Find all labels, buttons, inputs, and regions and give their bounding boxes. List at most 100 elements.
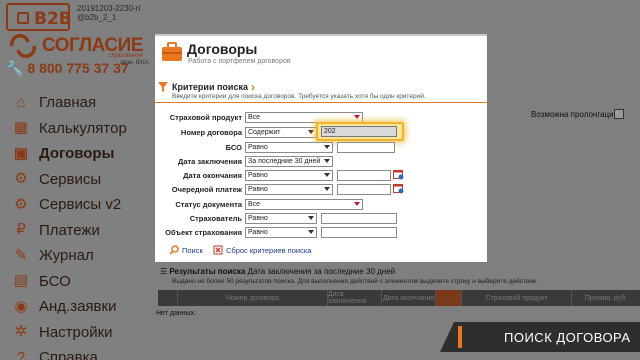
chevron-down-icon <box>308 130 314 134</box>
end-date-input[interactable] <box>337 170 391 181</box>
table-select-column <box>158 290 178 306</box>
services-v2-icon: ⚙ <box>14 195 28 213</box>
conclusion-date-label: Дата заключения <box>177 157 242 166</box>
operator-value: Содержит <box>248 129 281 136</box>
chevron-down-icon <box>354 202 360 206</box>
help-icon: ? <box>16 348 26 360</box>
chevron-right-icon[interactable]: › <box>251 80 255 94</box>
reset-button-label: Сброс критериев поиска <box>226 245 312 255</box>
sidebar-item-label: Договоры <box>39 145 115 163</box>
operator-value: Равно <box>248 215 268 222</box>
sidebar-item-label: Сервисы v2 <box>39 196 122 214</box>
criteria-hint: Введите критерии для поиска договоров. Т… <box>172 93 426 100</box>
settings-icon: ✲ <box>14 323 28 341</box>
chevron-down-icon <box>324 145 330 149</box>
insurer-operator[interactable]: Равно <box>245 213 317 224</box>
b2b-logo-text: B2B <box>34 9 72 29</box>
sidebar-item[interactable]: ▣ Договоры <box>10 141 127 167</box>
insured-object-label: Объект страхования <box>165 228 242 237</box>
insurer-input[interactable] <box>321 213 397 224</box>
criteria-title: Критерии поиска <box>172 82 248 92</box>
home-icon: ⌂ <box>16 93 26 111</box>
sidebar-item[interactable]: ⚙ Сервисы v2 <box>10 192 127 218</box>
contract-number-operator[interactable]: Содержит <box>245 127 317 138</box>
insured-object-operator[interactable]: Равно <box>245 227 317 238</box>
payments-icon: ₽ <box>16 221 26 239</box>
calendar-icon[interactable] <box>393 183 404 194</box>
prolongation-label: Возможна пролонгация <box>531 110 618 119</box>
phone-note: звон. б/пл. <box>120 60 150 66</box>
chevron-down-icon <box>354 115 360 119</box>
caption-banner: ПОИСК ДОГОВОРА <box>440 322 640 352</box>
sidebar-item[interactable]: ✎ Журнал <box>10 243 127 269</box>
soglasie-logo-icon <box>10 34 36 58</box>
results-subtitle: Выдано не более 50 результатов поиска. Д… <box>172 278 537 285</box>
sidebar-item[interactable]: ▤ БСО <box>10 269 127 295</box>
page-title: Договоры <box>187 41 258 57</box>
sidebar-item-label: Журнал <box>39 247 94 265</box>
wrench-icon: 🔧 <box>6 60 24 76</box>
sidebar-item-label: Калькулятор <box>39 119 127 137</box>
product-value: Все <box>248 114 261 121</box>
phone-text: 8 800 775 37 37 <box>27 60 129 76</box>
contract-number-label: Номер договора <box>180 128 242 137</box>
sidebar-item[interactable]: ▦ Калькулятор <box>10 116 127 142</box>
sidebar-item[interactable]: ₽ Платежи <box>10 218 127 244</box>
prolongation-checkbox[interactable] <box>614 109 624 119</box>
sidebar-item[interactable]: ⚙ Сервисы <box>10 167 127 193</box>
results-detail: Дата заключения за последние 30 дней <box>247 267 396 276</box>
chevron-down-icon <box>308 216 314 220</box>
b2b-logo-icon <box>17 12 29 24</box>
column-header[interactable]: Номер договора <box>178 290 328 306</box>
sidebar-item[interactable]: ? Справка <box>10 345 127 360</box>
chevron-down-icon <box>324 173 330 177</box>
brand-logo: СОГЛАСИЕ страхование <box>8 34 148 59</box>
search-button[interactable]: Поиск <box>169 245 203 255</box>
sidebar-item[interactable]: ◉ Анд.заявки <box>10 294 127 320</box>
sidebar: B2B 20191203-2230-rl @b2b_2_1 СОГЛАСИЕ с… <box>0 0 150 360</box>
column-header[interactable]: Страховой продукт <box>462 290 572 306</box>
operator-value: Равно <box>248 229 268 236</box>
sidebar-item[interactable]: ✲ Настройки <box>10 320 127 346</box>
filter-icon <box>158 82 168 92</box>
sidebar-item-label: Главная <box>39 94 97 112</box>
sidebar-item-label: БСО <box>39 272 71 290</box>
reset-icon <box>213 245 223 255</box>
next-payment-input[interactable] <box>337 184 391 195</box>
version-tag: @b2b_2_1 <box>77 13 117 22</box>
caption-text: ПОИСК ДОГОВОРА <box>504 330 631 345</box>
results-table-header: Номер договора Дата заключения Дата окон… <box>158 290 640 306</box>
reset-criteria-button[interactable]: Сброс критериев поиска <box>213 245 311 255</box>
column-header[interactable]: Премия, руб. <box>572 290 640 306</box>
services-icon: ⚙ <box>14 170 28 188</box>
sidebar-menu: ⌂ Главная ▦ Калькулятор ▣ Договоры ⚙ Сервисы ⚙ Се… <box>10 90 127 360</box>
bso-label: БСО <box>225 143 242 152</box>
doc-status-value: Все <box>248 201 261 208</box>
bso-operator[interactable]: Равно <box>245 142 333 153</box>
end-date-operator[interactable]: Равно <box>245 170 333 181</box>
conclusion-date-select[interactable]: За последние 30 дней <box>245 156 333 167</box>
contracts-search-dialog: Договоры Работа с портфелем договоров Кр… <box>155 34 487 262</box>
version-line: 20191203-2230-rl <box>77 4 141 13</box>
calendar-icon[interactable] <box>393 169 404 180</box>
brand-subtitle: страхование <box>108 53 144 59</box>
requests-icon: ◉ <box>14 297 28 315</box>
operator-value: Равно <box>248 172 268 179</box>
sidebar-item[interactable]: ⌂ Главная <box>10 90 127 116</box>
column-header[interactable]: Дата заключения <box>328 290 382 306</box>
sidebar-item-label: Анд.заявки <box>39 298 117 316</box>
column-header[interactable]: Дата окончания <box>382 290 436 306</box>
results-heading: Результаты поиска <box>169 267 246 276</box>
version-info: 20191203-2230-rl @b2b_2_1 <box>77 4 140 22</box>
conclusion-date-value: За последние 30 дней <box>248 158 321 165</box>
next-payment-operator[interactable]: Равно <box>245 184 333 195</box>
bso-input[interactable] <box>337 142 395 153</box>
insured-object-input[interactable] <box>321 227 397 238</box>
doc-status-select[interactable]: Все <box>245 199 363 210</box>
end-date-label: Дата окончания <box>183 171 242 180</box>
calculator-icon: ▦ <box>13 119 29 137</box>
doc-status-label: Статус документа <box>175 200 242 209</box>
b2b-logo: B2B <box>6 3 72 31</box>
caption-slant <box>440 322 454 352</box>
contract-number-input[interactable]: 202 <box>321 126 397 137</box>
